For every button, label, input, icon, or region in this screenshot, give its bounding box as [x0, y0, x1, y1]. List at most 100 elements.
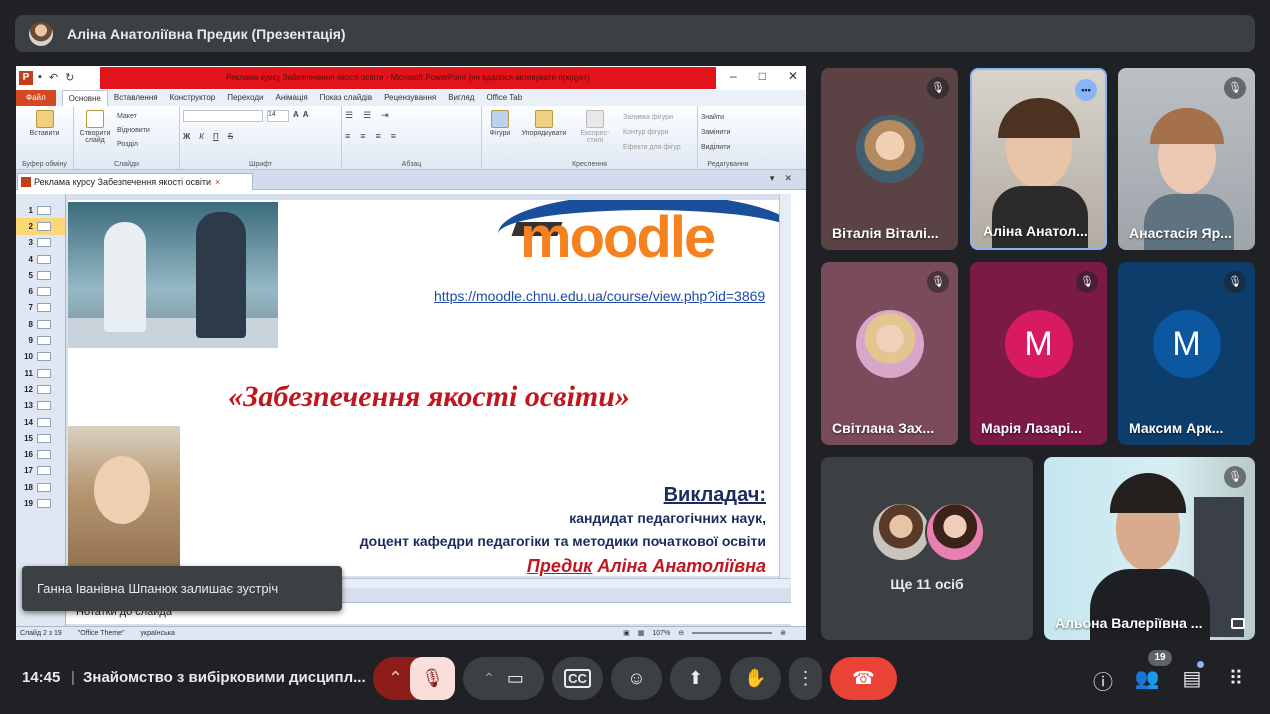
section-button[interactable]: Розділ — [117, 138, 150, 152]
tab-review[interactable]: Рецензування — [378, 90, 442, 106]
tab-animations[interactable]: Анімація — [269, 90, 313, 106]
slide-thumbnail[interactable]: 3 — [16, 235, 65, 251]
close-tab-icon[interactable]: × — [215, 177, 220, 187]
tab-design[interactable]: Конструктор — [164, 90, 222, 106]
tab-slideshow[interactable]: Показ слайдів — [314, 90, 378, 106]
redo-icon[interactable]: ↻ — [65, 71, 74, 84]
italic-icon[interactable]: К — [199, 132, 204, 141]
course-link[interactable]: https://moodle.chnu.edu.ua/course/view.p… — [434, 288, 765, 304]
reset-button[interactable]: Відновити — [117, 124, 150, 138]
layout-button[interactable]: Макет — [117, 110, 150, 124]
tab-insert[interactable]: Вставлення — [108, 90, 164, 106]
slide-thumbnail[interactable]: 11 — [16, 365, 65, 381]
new-slide-icon[interactable] — [86, 110, 104, 128]
tab-file[interactable]: Файл — [16, 90, 56, 106]
slide-thumbnail[interactable]: 17 — [16, 463, 65, 479]
slide-thumbnail[interactable]: 1 — [16, 202, 65, 218]
view-sorter-icon[interactable]: ▦ — [638, 629, 645, 637]
strike-icon[interactable]: S — [228, 132, 233, 141]
activities-icon[interactable]: ⠿ — [1223, 666, 1249, 691]
align-left-icon[interactable]: ≡ — [345, 131, 350, 141]
paste-icon[interactable] — [35, 110, 54, 128]
slide-thumbnail[interactable]: 5 — [16, 267, 65, 283]
tab-view[interactable]: Вигляд — [442, 90, 480, 106]
new-slide-button[interactable]: Створити слайд — [77, 130, 113, 144]
chat-icon[interactable]: ▤ — [1179, 666, 1205, 691]
dropdown-icon[interactable]: ▾ — [770, 173, 785, 183]
font-size-select[interactable]: 14 — [267, 110, 289, 122]
slide-thumbnail[interactable]: 15 — [16, 430, 65, 446]
bullets-icon[interactable]: ☰ — [345, 110, 353, 121]
shape-outline-button[interactable]: Контур фігури — [623, 125, 681, 140]
save-icon[interactable]: ▪ — [38, 71, 42, 84]
vertical-scrollbar[interactable] — [779, 194, 791, 584]
people-icon[interactable]: 👥 — [1134, 666, 1160, 691]
slide-thumbnail[interactable]: 9 — [16, 332, 65, 348]
align-center-icon[interactable]: ≡ — [360, 131, 365, 141]
close-icon[interactable]: ✕ — [788, 69, 798, 83]
zoom-out-icon[interactable]: ⊖ — [678, 629, 684, 637]
paste-button[interactable]: Вставити — [19, 130, 70, 137]
slide-thumbnail[interactable]: 18 — [16, 479, 65, 495]
slide-thumbnail[interactable]: 8 — [16, 316, 65, 332]
camera-button[interactable]: ⌃ ▭ — [463, 657, 544, 700]
slide-thumbnail[interactable]: 12 — [16, 381, 65, 397]
indent-icon[interactable]: ⇥ — [381, 110, 389, 121]
undo-icon[interactable]: ↶ — [49, 71, 58, 84]
zoom-in-icon[interactable]: ⊕ — [780, 629, 786, 637]
arrange-button[interactable]: Упорядкувати — [521, 130, 567, 137]
slide-thumbnail[interactable]: 6 — [16, 283, 65, 299]
present-button[interactable]: ⬆ — [670, 657, 721, 700]
slide-thumbnail[interactable]: 16 — [16, 446, 65, 462]
shrink-font-icon[interactable]: A — [303, 110, 309, 122]
close-icon[interactable]: ✕ — [784, 173, 802, 183]
quick-styles-icon[interactable] — [586, 110, 604, 128]
slide-thumbnail[interactable]: 13 — [16, 398, 65, 414]
select-button[interactable]: Виділити — [701, 140, 755, 155]
participant-tile[interactable]: ••• Аліна Анатол... — [970, 68, 1107, 250]
shape-effects-button[interactable]: Ефекти для фігур — [623, 140, 681, 155]
participant-tile[interactable]: 🎙 Світлана Зах... — [821, 262, 958, 445]
font-name-select[interactable] — [183, 110, 263, 122]
shapes-button[interactable]: Фігури — [485, 130, 515, 137]
document-tab[interactable]: Реклама курсу Забезпечення якості освіти… — [17, 173, 253, 190]
reactions-button[interactable]: ☺ — [611, 657, 662, 700]
more-options-button[interactable]: ⋮ — [789, 657, 822, 700]
numbering-icon[interactable]: ☰ — [363, 110, 371, 121]
grow-font-icon[interactable]: A — [293, 110, 299, 122]
zoom-slider[interactable] — [692, 632, 773, 634]
participant-tile[interactable]: 🎙 Анастасія Яр... — [1118, 68, 1255, 250]
view-normal-icon[interactable]: ▣ — [623, 629, 630, 637]
minimize-icon[interactable]: – — [730, 69, 737, 83]
tab-home[interactable]: Основне — [61, 90, 108, 106]
leave-call-button[interactable]: ☎ — [830, 657, 897, 700]
pip-icon[interactable] — [1231, 618, 1245, 629]
slide-thumbnail[interactable]: 4 — [16, 251, 65, 267]
justify-icon[interactable]: ≡ — [391, 131, 396, 141]
quick-styles-button[interactable]: Експрес-стилі — [573, 130, 617, 144]
shapes-icon[interactable] — [491, 110, 509, 128]
tab-office-tab[interactable]: Office Tab — [480, 90, 528, 106]
arrange-icon[interactable] — [535, 110, 553, 128]
mic-toggle-button[interactable]: 🎙 — [410, 657, 455, 700]
info-icon[interactable]: ⓘ — [1090, 666, 1116, 695]
participant-tile[interactable]: 🎙 Віталія Віталі... — [821, 68, 958, 250]
align-right-icon[interactable]: ≡ — [376, 131, 381, 141]
bold-icon[interactable]: Ж — [183, 132, 190, 141]
slide-thumbnail[interactable]: 2 — [16, 218, 65, 235]
tab-transitions[interactable]: Переходи — [221, 90, 269, 106]
replace-button[interactable]: Замінити — [701, 125, 755, 140]
slide-thumbnail[interactable]: 10 — [16, 349, 65, 365]
slide-thumbnail[interactable]: 19 — [16, 495, 65, 511]
participant-tile[interactable]: M 🎙 Максим Арк... — [1118, 262, 1255, 445]
find-button[interactable]: Знайти — [701, 110, 755, 125]
more-participants-tile[interactable]: Ще 11 осіб — [821, 457, 1033, 640]
raise-hand-button[interactable]: ✋ — [730, 657, 781, 700]
maximize-icon[interactable]: □ — [759, 69, 766, 83]
underline-icon[interactable]: П — [213, 132, 219, 141]
slide-thumbnail[interactable]: 7 — [16, 300, 65, 316]
participant-tile[interactable]: M 🎙 Марія Лазарі... — [970, 262, 1107, 445]
language[interactable]: українська — [141, 630, 175, 637]
slide-thumbnail[interactable]: 14 — [16, 414, 65, 430]
pinned-participant-tile[interactable]: 🎙 Альона Валеріївна ... — [1044, 457, 1255, 640]
